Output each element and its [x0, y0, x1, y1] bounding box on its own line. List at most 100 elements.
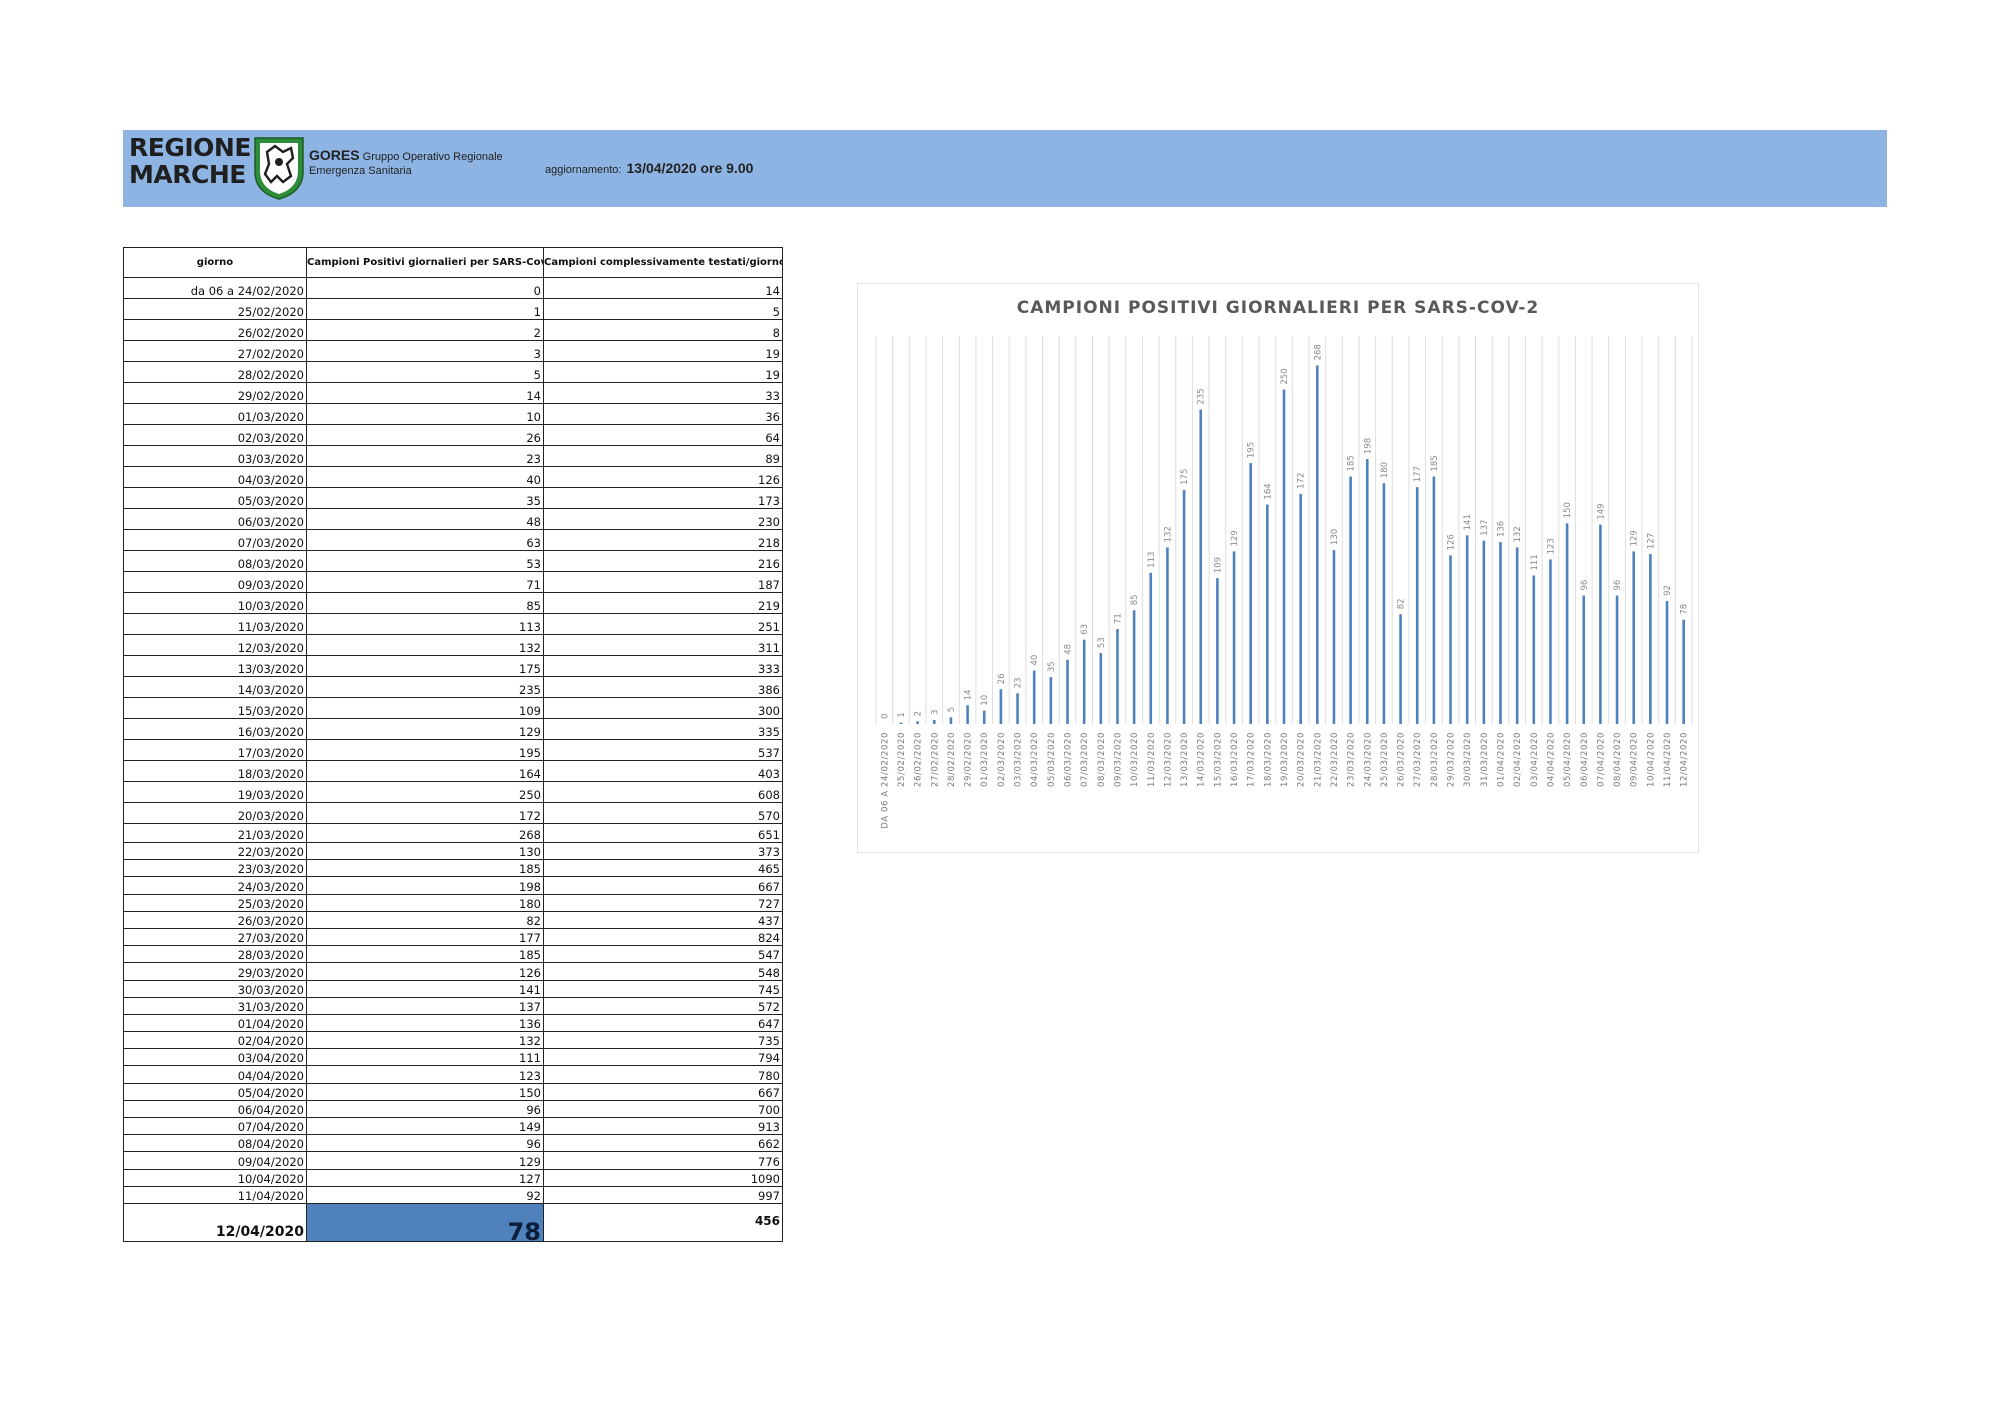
x-tick-label: 09/03/2020: [1113, 732, 1123, 787]
table-row: 07/03/2020 63 218: [123, 529, 783, 551]
header-day: giorno: [123, 247, 307, 278]
table-row: 31/03/2020 137 572: [123, 996, 783, 1015]
cell-tested: 437: [543, 910, 783, 929]
chart-bar: [1549, 559, 1552, 724]
table-row: 12/04/2020 78 456: [123, 1202, 783, 1242]
x-tick-label: 06/03/2020: [1064, 732, 1074, 787]
cell-positive: 23: [306, 445, 544, 467]
chart-bar: [932, 719, 936, 724]
table-row: 13/03/2020 175 333: [123, 655, 783, 677]
cell-tested: 651: [543, 823, 783, 843]
table-row: 02/04/2020 132 735: [123, 1031, 783, 1050]
cell-positive: 71: [306, 571, 544, 593]
cell-date: 31/03/2020: [123, 996, 307, 1015]
header-banner: REGIONE MARCHE GORES Gruppo Operativo Re…: [123, 130, 1887, 207]
cell-date: da 06 a 24/02/2020: [123, 277, 307, 299]
x-tick-label: 26/02/2020: [914, 732, 924, 787]
x-tick-label: 28/03/2020: [1430, 732, 1440, 787]
x-tick-label: 21/03/2020: [1313, 732, 1323, 787]
cell-tested: 776: [543, 1151, 783, 1170]
table-row: 08/04/2020 96 662: [123, 1134, 783, 1153]
table-row: da 06 a 24/02/2020 0 14: [123, 277, 783, 299]
table-row: 27/03/2020 177 824: [123, 927, 783, 947]
cell-tested: 997: [543, 1185, 783, 1204]
bar-data-label: 40: [1030, 655, 1040, 666]
cell-tested: 89: [543, 445, 783, 467]
bar-data-label: 150: [1563, 502, 1573, 518]
bar-data-label: 2: [914, 711, 924, 716]
x-tick-label: 05/03/2020: [1047, 732, 1057, 787]
cell-tested: 780: [543, 1065, 783, 1084]
chart-bar: [1316, 365, 1319, 724]
x-tick-label: 19/03/2020: [1280, 732, 1290, 787]
bar-data-label: 113: [1147, 552, 1157, 568]
cell-positive: 185: [306, 945, 544, 964]
chart-bar: [1515, 547, 1519, 724]
cell-positive: 1: [306, 298, 544, 320]
cell-positive: 268: [306, 823, 544, 843]
x-tick-label: 25/02/2020: [897, 732, 907, 787]
region-shield-icon: [254, 137, 304, 200]
cell-positive: 132: [306, 1031, 544, 1050]
cell-tested: 14: [543, 277, 783, 299]
chart-bar: [1049, 677, 1053, 724]
x-tick-label: 18/03/2020: [1263, 732, 1273, 787]
cell-positive: 14: [306, 382, 544, 404]
table-row: 01/03/2020 10 36: [123, 403, 783, 425]
cell-positive: 85: [306, 592, 544, 614]
cell-tested: 216: [543, 550, 783, 572]
cell-tested: 230: [543, 508, 783, 530]
x-tick-label: 13/03/2020: [1180, 732, 1190, 787]
cell-date: 30/03/2020: [123, 979, 307, 998]
cell-positive: 198: [306, 876, 544, 895]
cell-date: 19/03/2020: [123, 781, 307, 803]
table-row: 08/03/2020 53 216: [123, 550, 783, 572]
cell-date: 27/02/2020: [123, 340, 307, 362]
cell-positive: 141: [306, 979, 544, 998]
table-row: 25/03/2020 180 727: [123, 893, 783, 912]
chart-bar: [1415, 487, 1419, 724]
table-row: 06/03/2020 48 230: [123, 508, 783, 530]
cell-positive: 172: [306, 802, 544, 824]
table-row: 30/03/2020 141 745: [123, 979, 783, 998]
chart-bar: [1082, 639, 1086, 724]
gores-desc-line-1: Gruppo Operativo Regionale: [362, 151, 503, 163]
chart-bar: [1099, 653, 1103, 724]
x-tick-label: 29/03/2020: [1447, 732, 1457, 787]
bar-data-label: 3: [930, 710, 940, 715]
chart-bar: [1532, 575, 1536, 724]
cell-positive: 127: [306, 1168, 544, 1187]
cell-tested: 456: [543, 1202, 783, 1242]
table-row: 14/03/2020 235 386: [123, 676, 783, 698]
cell-tested: 219: [543, 592, 783, 614]
bar-data-label: 149: [1596, 503, 1606, 519]
chart-bar: [1365, 459, 1369, 724]
logo-line-2: MARCHE: [129, 160, 246, 189]
x-tick-label: 08/03/2020: [1097, 732, 1107, 787]
x-tick-label: 26/03/2020: [1397, 732, 1407, 787]
chart-bar: [1032, 670, 1036, 724]
cell-positive: 26: [306, 424, 544, 446]
x-tick-label: 03/03/2020: [1014, 732, 1024, 787]
x-tick-label: 04/03/2020: [1030, 732, 1040, 787]
cell-tested: 403: [543, 760, 783, 782]
cell-tested: 300: [543, 697, 783, 719]
bar-data-label: 23: [1014, 677, 1024, 688]
cell-positive: 78: [306, 1202, 544, 1242]
gores-desc-line-2: Emergenza Sanitaria: [309, 165, 412, 177]
table-row: 05/04/2020 150 667: [123, 1082, 783, 1101]
bar-data-label: 130: [1330, 529, 1340, 545]
table-row: 17/03/2020 195 537: [123, 739, 783, 761]
bar-data-label: 14: [964, 689, 974, 700]
chart-bar: [1599, 524, 1602, 724]
cell-tested: 33: [543, 382, 783, 404]
cell-tested: 647: [543, 1013, 783, 1033]
cell-date: 10/03/2020: [123, 592, 307, 614]
table-row: 19/03/2020 250 608: [123, 781, 783, 803]
bar-data-label: 82: [1397, 598, 1407, 609]
cell-date: 28/03/2020: [123, 945, 307, 964]
cell-date: 24/03/2020: [123, 876, 307, 895]
table-body: da 06 a 24/02/2020 0 14 25/02/2020 1 5 26/02/2…: [123, 277, 783, 1242]
chart-bar: [1299, 493, 1302, 724]
chart-bar: [1266, 504, 1269, 724]
